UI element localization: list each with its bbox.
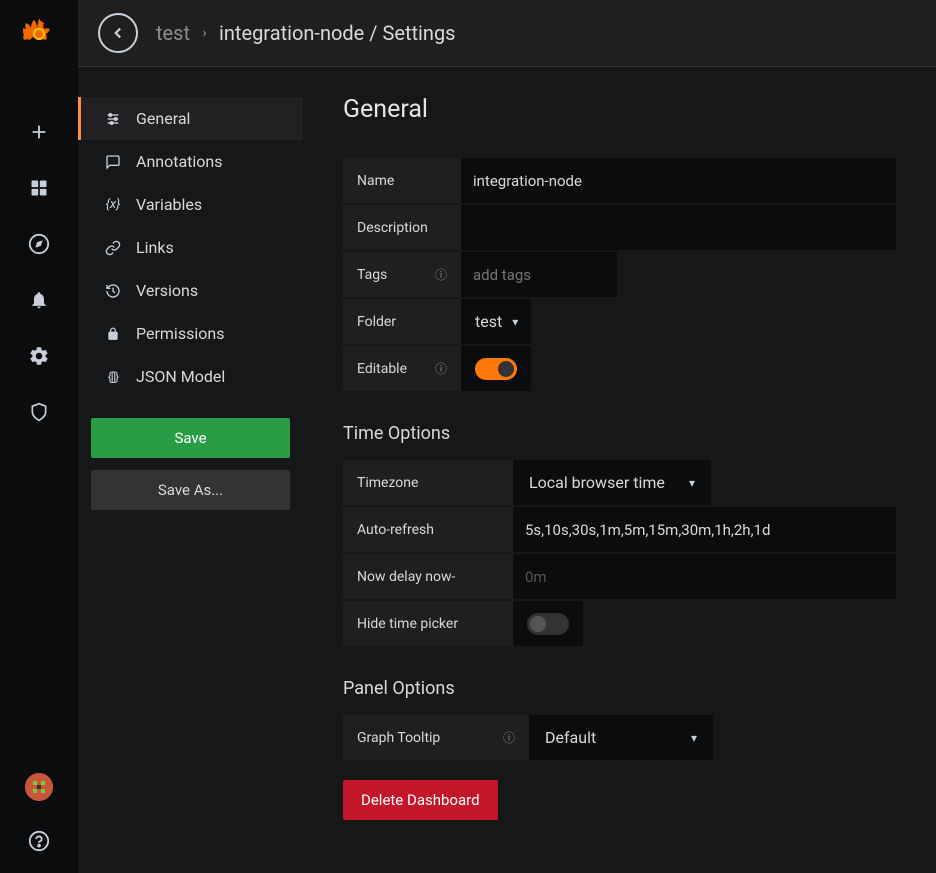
description-input[interactable] [461, 205, 896, 250]
comment-icon [104, 153, 122, 171]
link-icon [104, 239, 122, 257]
sliders-icon [104, 110, 122, 128]
compass-icon[interactable] [27, 232, 51, 256]
tags-label: Tags ⓘ [343, 252, 461, 297]
hidepicker-toggle[interactable] [527, 613, 569, 635]
save-button[interactable]: Save [91, 418, 290, 458]
name-input[interactable] [461, 158, 896, 203]
breadcrumb-parent[interactable]: test [156, 21, 190, 45]
info-icon[interactable]: ⓘ [435, 360, 447, 377]
breadcrumb: test integration-node / Settings [156, 21, 456, 45]
chevron-down-icon: ▾ [689, 476, 695, 490]
tags-input[interactable] [461, 252, 617, 297]
description-label: Description [343, 205, 461, 250]
autorefresh-input[interactable] [513, 507, 896, 552]
code-icon: {[]} [104, 368, 122, 386]
info-icon[interactable]: ⓘ [503, 729, 515, 746]
apps-icon[interactable] [27, 176, 51, 200]
hidepicker-label: Hide time picker [343, 601, 513, 646]
plus-icon[interactable] [27, 120, 51, 144]
tooltip-select[interactable]: Default ▾ [529, 715, 713, 760]
autorefresh-label: Auto-refresh [343, 507, 513, 552]
shield-icon[interactable] [27, 400, 51, 424]
grafana-logo[interactable] [21, 14, 57, 50]
folder-select[interactable]: test ▾ [461, 299, 531, 344]
settings-nav: General Annotations {x} Variables Links [78, 67, 303, 873]
timezone-select[interactable]: Local browser time ▾ [513, 460, 711, 505]
lock-icon [104, 325, 122, 343]
settings-nav-general[interactable]: General [78, 97, 303, 140]
topbar: test integration-node / Settings [78, 0, 936, 67]
settings-nav-versions[interactable]: Versions [78, 269, 303, 312]
history-icon [104, 282, 122, 300]
gear-icon[interactable] [27, 344, 51, 368]
help-icon[interactable] [27, 829, 51, 853]
nowdelay-input[interactable] [513, 554, 896, 599]
breadcrumb-current: integration-node / Settings [219, 21, 455, 45]
avatar[interactable] [25, 773, 53, 801]
settings-nav-variables[interactable]: {x} Variables [78, 183, 303, 226]
settings-nav-permissions[interactable]: Permissions [78, 312, 303, 355]
tooltip-label: Graph Tooltip ⓘ [343, 715, 529, 760]
chevron-down-icon: ▾ [512, 315, 518, 329]
save-as-button[interactable]: Save As... [91, 470, 290, 510]
settings-nav-json[interactable]: {[]} JSON Model [78, 355, 303, 398]
page-title: General [343, 95, 896, 124]
settings-main: General Name Description Tags ⓘ [303, 67, 936, 873]
time-options-title: Time Options [343, 423, 896, 444]
sidebar-nav [0, 0, 78, 873]
chevron-right-icon [200, 29, 209, 38]
name-label: Name [343, 158, 461, 203]
editable-toggle[interactable] [475, 358, 517, 380]
bell-icon[interactable] [27, 288, 51, 312]
nowdelay-label: Now delay now- [343, 554, 513, 599]
back-button[interactable] [98, 13, 138, 53]
folder-label: Folder [343, 299, 461, 344]
delete-dashboard-button[interactable]: Delete Dashboard [343, 780, 498, 820]
settings-nav-annotations[interactable]: Annotations [78, 140, 303, 183]
info-icon[interactable]: ⓘ [435, 266, 447, 283]
variable-icon: {x} [104, 196, 122, 214]
chevron-down-icon: ▾ [691, 731, 697, 745]
settings-nav-links[interactable]: Links [78, 226, 303, 269]
timezone-label: Timezone [343, 460, 513, 505]
editable-label: Editable ⓘ [343, 346, 461, 391]
panel-options-title: Panel Options [343, 678, 896, 699]
